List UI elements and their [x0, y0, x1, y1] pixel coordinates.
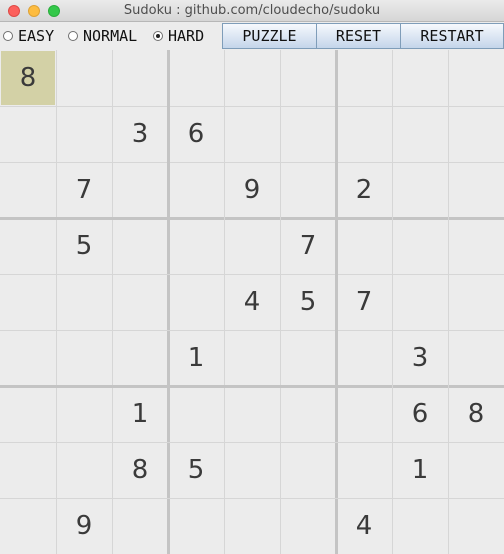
sudoku-cell[interactable] [225, 387, 279, 441]
toolbar: EASY NORMAL HARD PUZZLE RESET RESTART [0, 22, 504, 49]
sudoku-cell[interactable] [113, 219, 167, 273]
sudoku-cell[interactable] [449, 331, 503, 385]
sudoku-cell[interactable]: 8 [1, 51, 55, 105]
sudoku-cell[interactable] [337, 51, 391, 105]
difficulty-hard-label: HARD [168, 27, 205, 45]
sudoku-cell[interactable] [1, 387, 55, 441]
radio-circle-icon [68, 31, 78, 41]
sudoku-cell[interactable] [449, 107, 503, 161]
sudoku-cell[interactable] [113, 51, 167, 105]
sudoku-cell[interactable] [393, 163, 447, 217]
sudoku-cell[interactable] [57, 107, 111, 161]
sudoku-cell[interactable]: 6 [393, 387, 447, 441]
sudoku-cell[interactable] [393, 107, 447, 161]
window-title: Sudoku : github.com/cloudecho/sudoku [123, 3, 381, 18]
difficulty-normal-radio[interactable]: NORMAL [68, 26, 137, 46]
sudoku-cell[interactable]: 8 [449, 387, 503, 441]
sudoku-cell[interactable]: 4 [225, 275, 279, 329]
sudoku-cell[interactable] [449, 443, 503, 497]
sudoku-cell[interactable]: 4 [337, 499, 391, 553]
sudoku-cell[interactable] [337, 219, 391, 273]
sudoku-cell[interactable] [169, 219, 223, 273]
sudoku-cell[interactable] [169, 163, 223, 217]
sudoku-cell[interactable] [1, 275, 55, 329]
window-titlebar: Sudoku : github.com/cloudecho/sudoku [0, 0, 504, 22]
sudoku-cell[interactable] [337, 387, 391, 441]
sudoku-cell[interactable] [225, 219, 279, 273]
sudoku-board: 836792574571316885194 [0, 50, 504, 554]
sudoku-cell[interactable] [337, 107, 391, 161]
sudoku-cell[interactable] [281, 163, 335, 217]
sudoku-cell[interactable] [225, 443, 279, 497]
sudoku-cell[interactable]: 9 [57, 499, 111, 553]
sudoku-cell[interactable] [449, 51, 503, 105]
sudoku-cell[interactable] [169, 499, 223, 553]
sudoku-cell[interactable] [57, 51, 111, 105]
sudoku-cell[interactable]: 1 [113, 387, 167, 441]
sudoku-cell[interactable] [113, 275, 167, 329]
difficulty-easy-label: EASY [18, 27, 55, 45]
sudoku-cell[interactable]: 3 [393, 331, 447, 385]
sudoku-cell[interactable] [113, 331, 167, 385]
radio-circle-icon [153, 31, 163, 41]
sudoku-cell[interactable] [225, 331, 279, 385]
sudoku-cell[interactable] [393, 499, 447, 553]
sudoku-cell[interactable] [449, 275, 503, 329]
sudoku-cell[interactable]: 7 [281, 219, 335, 273]
sudoku-cell[interactable]: 1 [169, 331, 223, 385]
sudoku-cell[interactable] [337, 443, 391, 497]
sudoku-cell[interactable] [281, 51, 335, 105]
sudoku-cell[interactable] [57, 387, 111, 441]
sudoku-cell[interactable]: 2 [337, 163, 391, 217]
sudoku-cell[interactable] [113, 163, 167, 217]
sudoku-cell[interactable] [1, 499, 55, 553]
sudoku-cell[interactable]: 7 [337, 275, 391, 329]
sudoku-cell[interactable] [169, 51, 223, 105]
sudoku-cell[interactable] [57, 331, 111, 385]
difficulty-easy-radio[interactable]: EASY [3, 26, 54, 46]
sudoku-cell[interactable]: 7 [57, 163, 111, 217]
sudoku-cell[interactable] [281, 443, 335, 497]
sudoku-cell[interactable] [169, 387, 223, 441]
sudoku-cell[interactable]: 5 [169, 443, 223, 497]
sudoku-cell[interactable] [1, 163, 55, 217]
sudoku-cell[interactable]: 5 [281, 275, 335, 329]
sudoku-cell[interactable]: 3 [113, 107, 167, 161]
sudoku-cell[interactable] [1, 331, 55, 385]
sudoku-cell[interactable] [1, 443, 55, 497]
sudoku-cell[interactable]: 6 [169, 107, 223, 161]
radio-circle-icon [3, 31, 13, 41]
sudoku-cell[interactable]: 8 [113, 443, 167, 497]
difficulty-normal-label: NORMAL [83, 27, 138, 45]
sudoku-cell[interactable] [337, 331, 391, 385]
puzzle-button[interactable]: PUZZLE [222, 23, 317, 49]
sudoku-cell[interactable] [449, 163, 503, 217]
sudoku-cell[interactable] [393, 51, 447, 105]
sudoku-cell[interactable] [169, 275, 223, 329]
difficulty-hard-radio[interactable]: HARD [153, 26, 204, 46]
sudoku-cell[interactable] [225, 499, 279, 553]
sudoku-cell[interactable] [281, 107, 335, 161]
sudoku-cell[interactable]: 5 [57, 219, 111, 273]
sudoku-cell[interactable] [281, 499, 335, 553]
sudoku-cell[interactable] [449, 219, 503, 273]
sudoku-cell[interactable] [57, 443, 111, 497]
sudoku-cell[interactable] [1, 107, 55, 161]
reset-button[interactable]: RESET [316, 23, 401, 49]
sudoku-cell[interactable] [225, 51, 279, 105]
sudoku-cell[interactable] [281, 387, 335, 441]
sudoku-cell[interactable] [393, 219, 447, 273]
sudoku-cell[interactable] [113, 499, 167, 553]
sudoku-cell[interactable] [225, 107, 279, 161]
sudoku-cell[interactable]: 9 [225, 163, 279, 217]
sudoku-cell[interactable]: 1 [393, 443, 447, 497]
restart-button[interactable]: RESTART [400, 23, 504, 49]
sudoku-cell[interactable] [393, 275, 447, 329]
sudoku-cell[interactable] [281, 331, 335, 385]
sudoku-cell[interactable] [57, 275, 111, 329]
sudoku-cell[interactable] [1, 219, 55, 273]
sudoku-cell[interactable] [449, 499, 503, 553]
